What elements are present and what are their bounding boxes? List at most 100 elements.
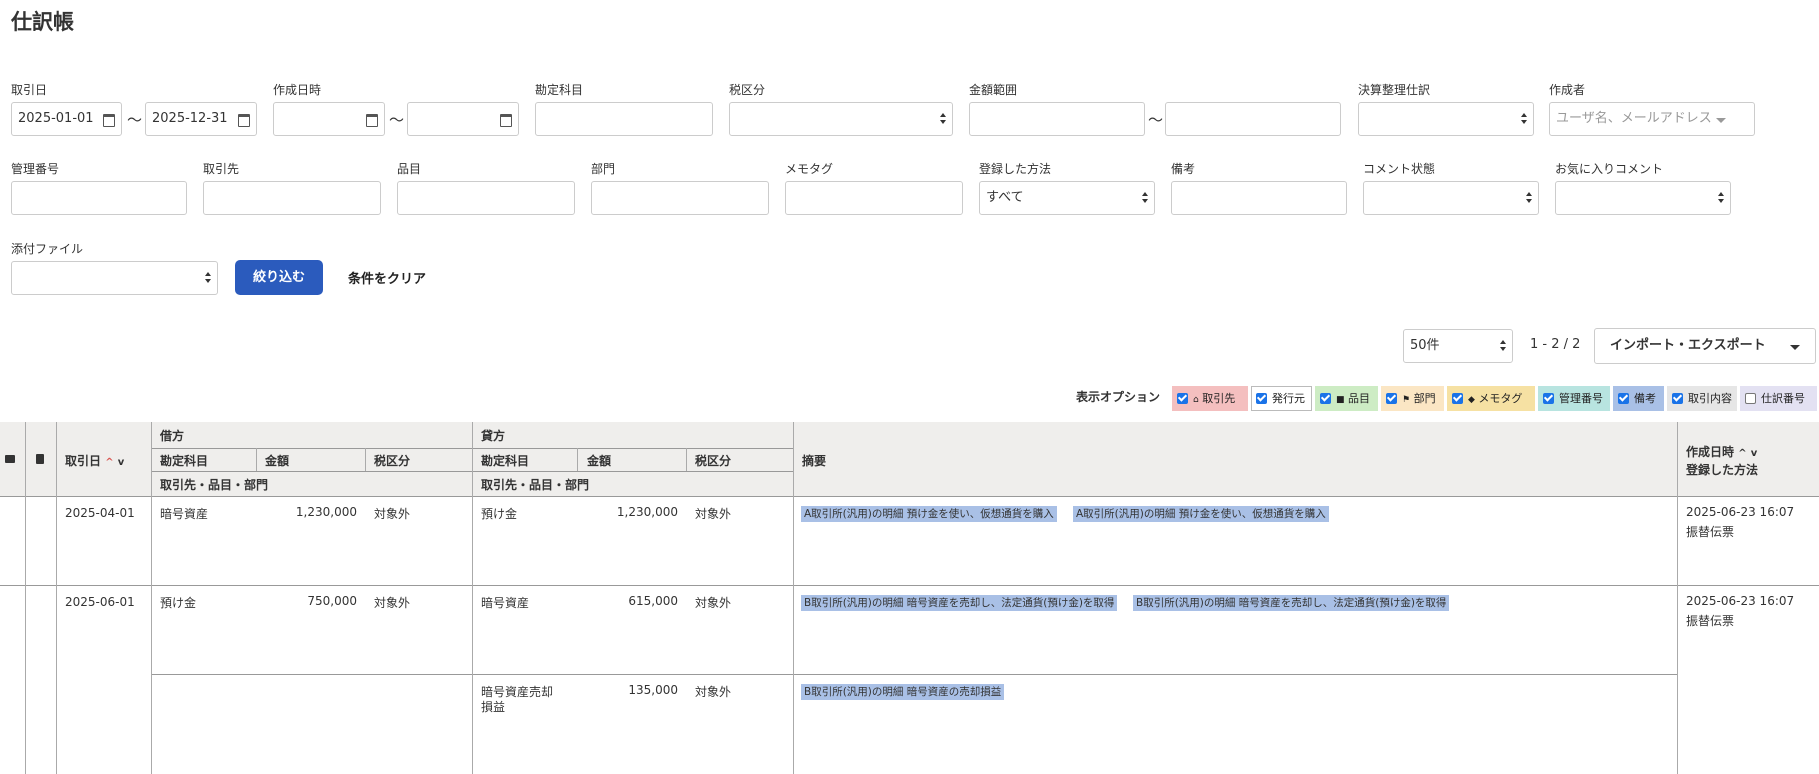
chevron-down-icon: [1716, 118, 1726, 123]
summary-tag: A取引所(汎用)の明細 預け金を使い、仮想通貨を購入: [1073, 506, 1329, 522]
checkbox[interactable]: [1256, 393, 1267, 404]
row-credit-tax: 対象外: [695, 596, 732, 610]
option-torihiki-naiyo[interactable]: 取引内容: [1667, 386, 1737, 411]
bag-icon: ■: [1336, 395, 1345, 405]
account-input[interactable]: [535, 102, 713, 136]
department-input[interactable]: [591, 181, 769, 215]
display-options-label: 表示オプション: [1076, 390, 1161, 404]
select-arrows-icon: [940, 113, 946, 125]
remarks-input[interactable]: [1171, 181, 1347, 215]
option-bumon[interactable]: ⚑ 部門: [1381, 386, 1444, 411]
amount-min-input[interactable]: [969, 102, 1145, 136]
calendar-icon[interactable]: [103, 114, 115, 127]
filter-button[interactable]: 絞り込む: [235, 260, 323, 295]
date-to-input[interactable]: 2025-12-31: [145, 102, 257, 136]
checkbox[interactable]: [1386, 393, 1397, 404]
header-credit-partner: 取引先・品目・部門: [481, 478, 590, 492]
page-title: 仕訳帳: [11, 10, 74, 34]
sort-up-icon[interactable]: ^: [105, 457, 113, 468]
partner-input[interactable]: [203, 181, 381, 215]
label-kessan: 決算整理仕訳: [1358, 83, 1431, 97]
tag-icon: ◆: [1468, 395, 1475, 405]
per-page-select[interactable]: 50件: [1403, 329, 1513, 363]
tax-select[interactable]: [729, 102, 953, 136]
header-credit: 貸方: [481, 429, 506, 443]
chevron-down-icon[interactable]: v: [118, 457, 125, 468]
row-created: 2025-06-23 16:07: [1686, 594, 1795, 608]
memo-tag-input[interactable]: [785, 181, 963, 215]
select-arrows-icon: [1718, 192, 1724, 204]
checkbox[interactable]: [1745, 393, 1756, 404]
closing-entry-select[interactable]: [1358, 102, 1534, 136]
label-okini: お気に入りコメント: [1555, 162, 1664, 176]
created-to-input[interactable]: [407, 102, 519, 136]
header-debit-amount: 金額: [265, 454, 290, 468]
option-torihikisaki[interactable]: ⌂ 取引先: [1172, 386, 1248, 411]
select-arrows-icon: [205, 272, 211, 284]
row-debit-tax: 対象外: [374, 507, 411, 521]
row-date: 2025-04-01: [65, 506, 135, 520]
divider: [151, 674, 1678, 675]
header-debit-account: 勘定科目: [160, 454, 209, 468]
divider: [151, 422, 152, 774]
option-hinmoku[interactable]: ■ 品目: [1315, 386, 1378, 411]
summary-tag: B取引所(汎用)の明細 暗号資産を売却し、法定通貨(預け金)を取得: [1133, 595, 1450, 611]
select-arrows-icon: [1521, 113, 1527, 125]
comment-icon[interactable]: [5, 455, 15, 463]
divider: [25, 422, 26, 774]
amount-max-input[interactable]: [1165, 102, 1341, 136]
date-from-input[interactable]: 2025-01-01: [11, 102, 122, 136]
item-input[interactable]: [397, 181, 575, 215]
import-export-button[interactable]: インポート・エクスポート: [1594, 328, 1816, 364]
header-credit-account: 勘定科目: [481, 454, 530, 468]
header-credit-tax: 税区分: [695, 454, 732, 468]
label-hoho: 登録した方法: [979, 162, 1052, 176]
divider: [365, 448, 366, 471]
summary-tag: A取引所(汎用)の明細 預け金を使い、仮想通貨を購入: [801, 506, 1057, 522]
file-icon[interactable]: [36, 454, 44, 464]
calendar-icon[interactable]: [500, 114, 512, 127]
label-biko: 備考: [1171, 162, 1196, 176]
row-method: 振替伝票: [1686, 525, 1735, 539]
checkbox[interactable]: [1320, 393, 1331, 404]
checkbox[interactable]: [1543, 393, 1554, 404]
calendar-icon[interactable]: [366, 114, 378, 127]
option-memo[interactable]: ◆ メモタグ: [1447, 386, 1535, 411]
sort-up-icon[interactable]: ^: [1738, 448, 1746, 459]
header-created[interactable]: 作成日時 ^ v: [1686, 443, 1757, 460]
management-number-input[interactable]: [11, 181, 187, 215]
header-summary: 摘要: [802, 454, 827, 468]
range-separator: 〜: [389, 111, 405, 129]
row-credit-account: 預け金: [481, 507, 518, 521]
option-biko[interactable]: 備考: [1613, 386, 1664, 411]
summary-tag: B取引所(汎用)の明細 暗号資産を売却し、法定通貨(預け金)を取得: [801, 595, 1118, 611]
attachment-select[interactable]: [11, 261, 218, 295]
row-debit-amount: 750,000: [307, 594, 357, 608]
checkbox[interactable]: [1177, 393, 1188, 404]
header-date[interactable]: 取引日 ^ v: [65, 452, 124, 469]
created-from-input[interactable]: [273, 102, 385, 136]
comment-status-select[interactable]: [1363, 181, 1539, 215]
row-credit-amount: 1,230,000: [616, 505, 678, 519]
label-tenpu: 添付ファイル: [11, 242, 84, 256]
favorite-comment-select[interactable]: [1555, 181, 1731, 215]
option-hakkomoto[interactable]: 発行元: [1251, 386, 1312, 411]
option-shiwake-bango[interactable]: 仕訳番号: [1740, 386, 1817, 411]
divider: [256, 448, 257, 471]
select-arrows-icon: [1526, 192, 1532, 204]
clear-filters-button[interactable]: 条件をクリア: [348, 268, 426, 287]
row-credit-account-cont: 損益: [481, 700, 506, 714]
option-kanri[interactable]: 管理番号: [1538, 386, 1610, 411]
divider: [56, 422, 57, 774]
label-kanjo: 勘定科目: [535, 83, 584, 97]
divider: [0, 585, 1819, 586]
checkbox[interactable]: [1672, 393, 1683, 404]
header-debit-partner: 取引先・品目・部門: [160, 478, 269, 492]
checkbox[interactable]: [1618, 393, 1629, 404]
creator-input[interactable]: ユーザ名、メールアドレス: [1549, 102, 1755, 136]
label-torihikibi: 取引日: [11, 83, 48, 97]
checkbox[interactable]: [1452, 393, 1463, 404]
chevron-down-icon[interactable]: v: [1751, 448, 1758, 459]
registration-method-select[interactable]: すべて: [979, 181, 1155, 215]
calendar-icon[interactable]: [238, 114, 250, 127]
